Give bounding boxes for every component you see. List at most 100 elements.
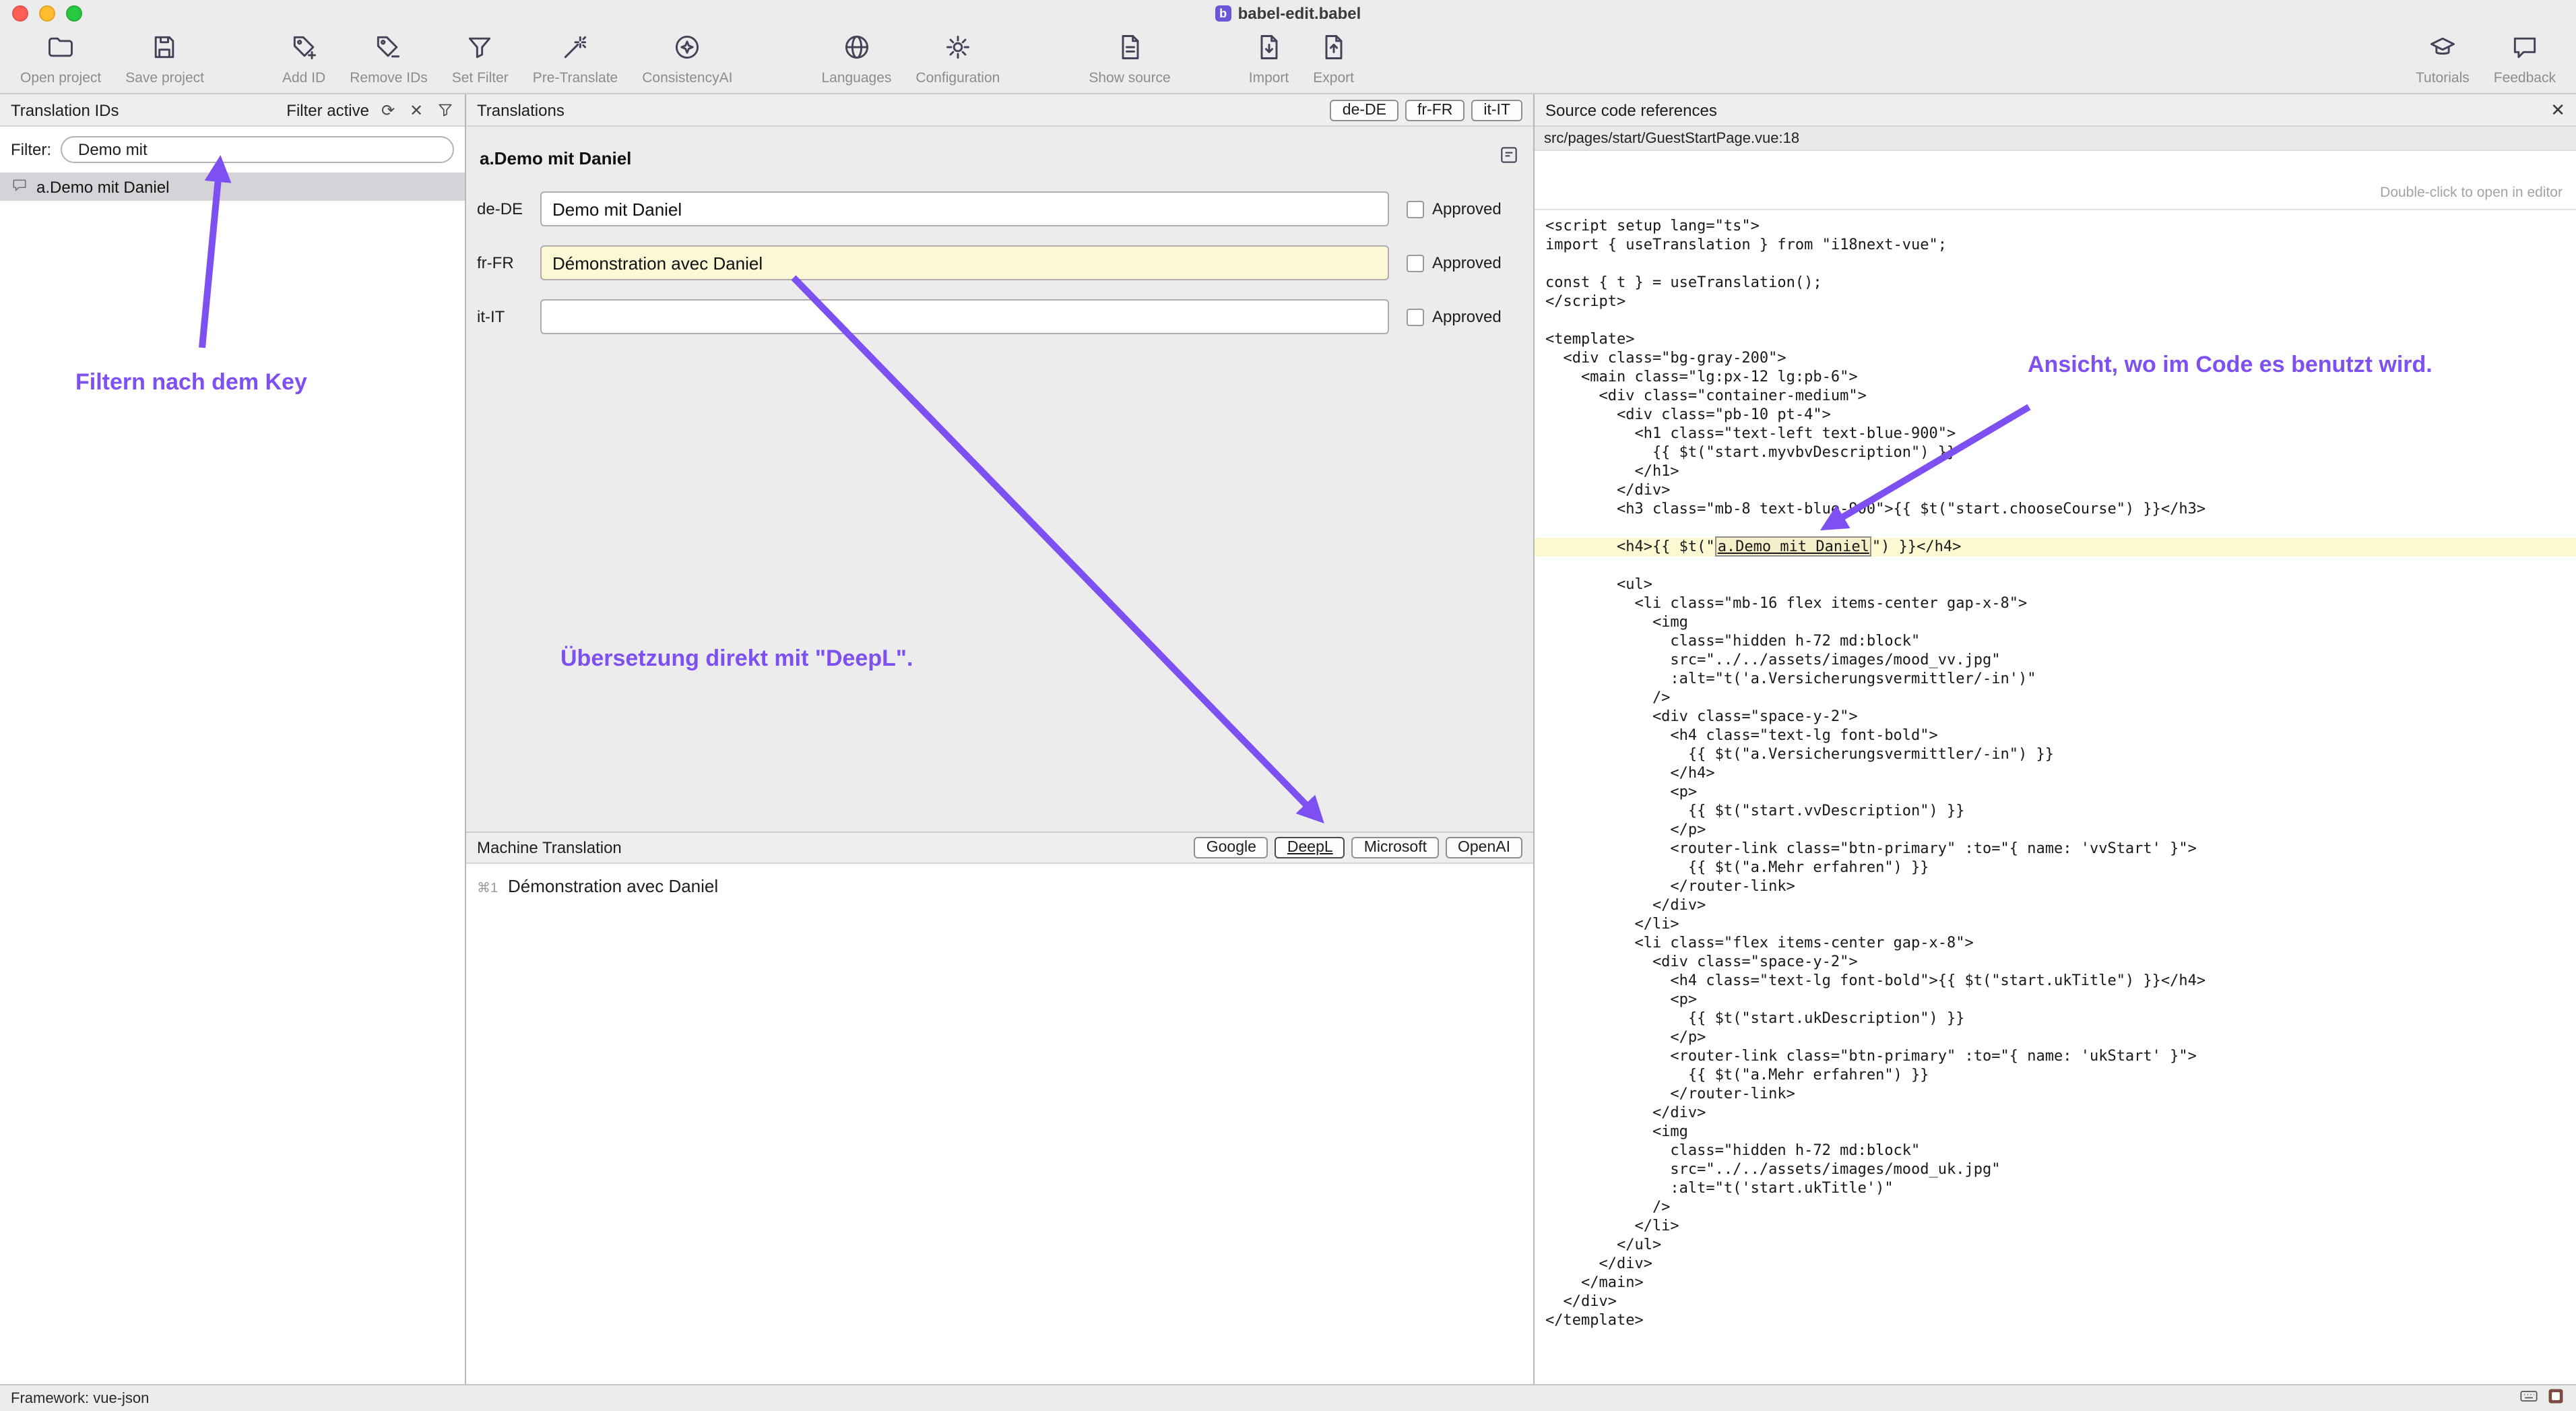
- code-line: </h1>: [1535, 462, 2576, 481]
- code-line: </h4>: [1535, 764, 2576, 783]
- save-project-button[interactable]: Save project: [113, 32, 216, 86]
- code-line: class="hidden h-72 md:block": [1535, 1141, 2576, 1160]
- code-line: [1535, 311, 2576, 330]
- approved-checkbox-fr-FR[interactable]: [1407, 254, 1424, 272]
- mt-tab-microsoft[interactable]: Microsoft: [1352, 837, 1439, 858]
- code-line: <h3 class="mb-8 text-blue-900">{{ $t("st…: [1535, 500, 2576, 519]
- mt-tab-openai[interactable]: OpenAI: [1446, 837, 1522, 858]
- code-line: {{ $t("a.Mehr erfahren") }}: [1535, 1066, 2576, 1085]
- code-line: </script>: [1535, 292, 2576, 311]
- code-line: src="../../assets/images/mood_uk.jpg": [1535, 1160, 2576, 1179]
- speech-bubble-icon: [2510, 32, 2540, 69]
- file-reference[interactable]: src/pages/start/GuestStartPage.vue:18: [1535, 127, 2576, 151]
- refresh-icon[interactable]: ⟳: [379, 100, 397, 119]
- show-source-button[interactable]: Show source: [1076, 32, 1182, 86]
- filter-input[interactable]: [75, 139, 439, 160]
- import-button[interactable]: Import: [1237, 32, 1301, 86]
- mt-shortcut-label: ⌘1: [477, 881, 508, 896]
- code-line: {{ $t("start.vvDescription") }}: [1535, 802, 2576, 821]
- comment-bubble-icon: [11, 176, 28, 197]
- pre-translate-button[interactable]: Pre-Translate: [521, 32, 630, 86]
- toolbar: Open project Save project Add ID Remove …: [0, 27, 2576, 94]
- code-line: :alt="t('a.Versicherungsvermittler/-in')…: [1535, 670, 2576, 689]
- language-tab-fr-FR[interactable]: fr-FR: [1405, 99, 1464, 121]
- code-line: <ul>: [1535, 575, 2576, 594]
- translation-id-label: a.Demo mit Daniel: [36, 177, 169, 196]
- titlebar: b babel-edit.babel: [0, 0, 2576, 27]
- translation-input-it-IT[interactable]: [540, 299, 1389, 334]
- clear-filter-icon[interactable]: ✕: [407, 100, 426, 119]
- code-line: <router-link class="btn-primary" :to="{ …: [1535, 1047, 2576, 1066]
- code-line: <img: [1535, 613, 2576, 632]
- feedback-button[interactable]: Feedback: [2482, 32, 2568, 86]
- open-in-editor-hint: Double-click to open in editor: [2380, 185, 2563, 201]
- sparkle-badge-icon: [672, 32, 702, 69]
- code-line: </router-link>: [1535, 877, 2576, 896]
- code-line: <router-link class="btn-primary" :to="{ …: [1535, 840, 2576, 858]
- code-line: </li>: [1535, 915, 2576, 934]
- machine-translation-header: Machine Translation Google DeepL Microso…: [466, 832, 1533, 864]
- close-window-button[interactable]: [12, 5, 28, 22]
- filter-funnel-icon[interactable]: [435, 100, 454, 119]
- filter-row: Filter:: [0, 127, 465, 173]
- floppy-disk-icon: [150, 32, 180, 69]
- export-document-icon: [1319, 32, 1349, 69]
- open-project-button[interactable]: Open project: [8, 32, 113, 86]
- translation-input-fr-FR[interactable]: [540, 245, 1389, 280]
- approved-checkbox-de-DE[interactable]: [1407, 200, 1424, 218]
- app-document-icon: b: [1215, 5, 1231, 22]
- source-document-icon: [1115, 32, 1145, 69]
- language-tab-de-DE[interactable]: de-DE: [1330, 99, 1398, 121]
- mt-result-row[interactable]: ⌘1 Démonstration avec Daniel: [477, 876, 1522, 896]
- remove-ids-button[interactable]: Remove IDs: [337, 32, 440, 86]
- translation-id-item[interactable]: a.Demo mit Daniel: [0, 173, 465, 201]
- mt-tab-google[interactable]: Google: [1194, 837, 1268, 858]
- entry-title: a.Demo mit Daniel: [480, 148, 631, 168]
- filter-field[interactable]: [61, 136, 454, 163]
- translations-panel: Translations de-DE fr-FR it-IT a.Demo mi…: [466, 94, 1535, 1384]
- close-panel-icon[interactable]: ✕: [2550, 99, 2565, 121]
- zoom-window-button[interactable]: [66, 5, 82, 22]
- translation-row-de-DE: de-DE Approved: [477, 191, 1522, 226]
- tutorials-button[interactable]: Tutorials: [2404, 32, 2482, 86]
- export-button[interactable]: Export: [1301, 32, 1366, 86]
- configuration-button[interactable]: Configuration: [903, 32, 1012, 86]
- code-line: </div>: [1535, 896, 2576, 915]
- approved-label: Approved: [1432, 253, 1502, 272]
- code-line: </div>: [1535, 1255, 2576, 1274]
- code-line: <h4 class="text-lg font-bold">: [1535, 726, 2576, 745]
- code-line: </template>: [1535, 1311, 2576, 1330]
- code-line: import { useTranslation } from "i18next-…: [1535, 236, 2576, 255]
- code-line: src="../../assets/images/mood_vv.jpg": [1535, 651, 2576, 670]
- translation-ids-panel: Translation IDs Filter active ⟳ ✕ Filter…: [0, 94, 466, 1384]
- source-code-view[interactable]: <script setup lang="ts">import { useTran…: [1535, 210, 2576, 1384]
- code-line: <li class="mb-16 flex items-center gap-x…: [1535, 594, 2576, 613]
- code-line: </p>: [1535, 821, 2576, 840]
- language-tab-it-IT[interactable]: it-IT: [1471, 99, 1522, 121]
- code-line: <script setup lang="ts">: [1535, 217, 2576, 236]
- code-line: <div class="space-y-2">: [1535, 953, 2576, 972]
- add-comment-icon[interactable]: [1498, 144, 1520, 173]
- add-id-button[interactable]: Add ID: [270, 32, 337, 86]
- languages-button[interactable]: Languages: [809, 32, 903, 86]
- translation-input-de-DE[interactable]: [540, 191, 1389, 226]
- source-code-panel: Source code references ✕ src/pages/start…: [1535, 94, 2576, 1384]
- code-line: {{ $t("a.Versicherungsvermittler/-in") }…: [1535, 745, 2576, 764]
- code-line: <h4>{{ $t("a.Demo mit Daniel") }}</h4>: [1535, 538, 2576, 557]
- highlighted-translation-key[interactable]: a.Demo mit Daniel: [1715, 536, 1872, 557]
- translation-id-list: a.Demo mit Daniel: [0, 173, 465, 1384]
- code-line: {{ $t("start.myvbvDescription") }}: [1535, 443, 2576, 462]
- code-line: {{ $t("a.Mehr erfahren") }}: [1535, 858, 2576, 877]
- mt-tab-deepl[interactable]: DeepL: [1275, 837, 1345, 858]
- set-filter-button[interactable]: Set Filter: [440, 32, 521, 86]
- approved-checkbox-it-IT[interactable]: [1407, 308, 1424, 325]
- consistency-ai-button[interactable]: ConsistencyAI: [630, 32, 744, 86]
- status-bar: Framework: vue-json: [0, 1384, 2576, 1411]
- input-source-icon[interactable]: [2546, 1387, 2565, 1410]
- traffic-lights: [12, 5, 82, 22]
- keyboard-icon[interactable]: [2519, 1387, 2538, 1410]
- translations-title: Translations: [477, 100, 565, 119]
- minimize-window-button[interactable]: [39, 5, 55, 22]
- language-code-label: it-IT: [477, 307, 540, 326]
- code-line: </ul>: [1535, 1236, 2576, 1255]
